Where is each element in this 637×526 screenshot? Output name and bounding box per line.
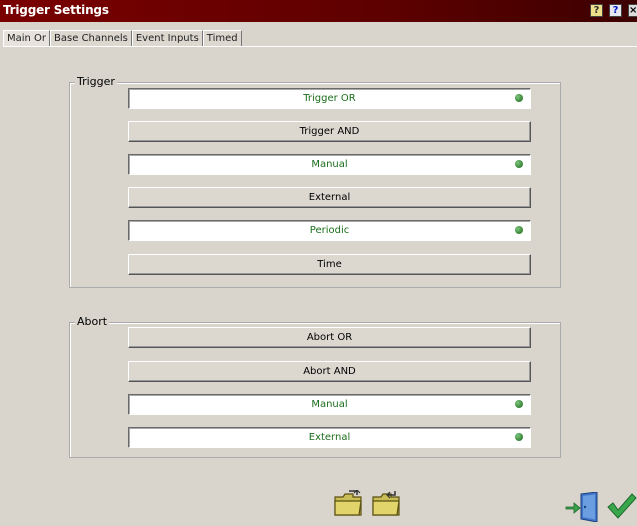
trigger-external-button[interactable]: External [128, 187, 531, 208]
abort-external-button[interactable]: External [128, 427, 531, 448]
hint-icon: ? [593, 5, 600, 16]
tab-strip: Main Or Base Channels Event Inputs Timed [3, 30, 242, 47]
abort-external-label: External [308, 432, 351, 443]
trigger-group-legend: Trigger [75, 75, 117, 88]
tab-base-channels[interactable]: Base Channels [50, 30, 132, 47]
trigger-and-button[interactable]: Trigger AND [128, 121, 531, 142]
abort-and-button[interactable]: Abort AND [128, 361, 531, 382]
tab-main-or[interactable]: Main Or [3, 30, 51, 47]
abort-external-indicator [515, 433, 523, 441]
trigger-manual-indicator [515, 160, 523, 168]
open-folder-icon[interactable] [333, 489, 363, 517]
save-folder-icon[interactable] [371, 490, 401, 517]
trigger-or-indicator [515, 94, 523, 102]
trigger-time-button[interactable]: Time [128, 254, 531, 275]
window-title: Trigger Settings [3, 3, 109, 17]
ok-checkmark-icon[interactable] [606, 492, 637, 520]
trigger-manual-button[interactable]: Manual [128, 154, 531, 175]
tab-divider [3, 46, 637, 47]
close-button[interactable]: × [628, 4, 637, 17]
title-bar: Trigger Settings ? ? × [0, 0, 637, 22]
exit-door-icon[interactable] [565, 491, 601, 523]
abort-or-button[interactable]: Abort OR [128, 327, 531, 348]
trigger-external-label: External [308, 192, 351, 203]
tab-event-inputs[interactable]: Event Inputs [131, 30, 203, 47]
tab-timed[interactable]: Timed [202, 30, 242, 47]
abort-manual-button[interactable]: Manual [128, 394, 531, 415]
trigger-or-button[interactable]: Trigger OR [128, 88, 531, 109]
close-icon: × [629, 5, 637, 16]
trigger-and-label: Trigger AND [299, 126, 360, 137]
hint-button[interactable]: ? [590, 4, 603, 17]
trigger-periodic-button[interactable]: Periodic [128, 220, 531, 241]
abort-manual-indicator [515, 400, 523, 408]
trigger-manual-label: Manual [311, 159, 348, 170]
abort-or-label: Abort OR [306, 332, 353, 343]
abort-group-legend: Abort [75, 315, 110, 328]
help-icon: ? [612, 5, 619, 16]
help-button[interactable]: ? [609, 4, 622, 17]
trigger-time-label: Time [317, 259, 342, 270]
trigger-periodic-indicator [515, 226, 523, 234]
trigger-periodic-label: Periodic [309, 225, 350, 236]
abort-manual-label: Manual [311, 399, 348, 410]
abort-and-label: Abort AND [303, 366, 356, 377]
trigger-or-label: Trigger OR [303, 93, 356, 104]
